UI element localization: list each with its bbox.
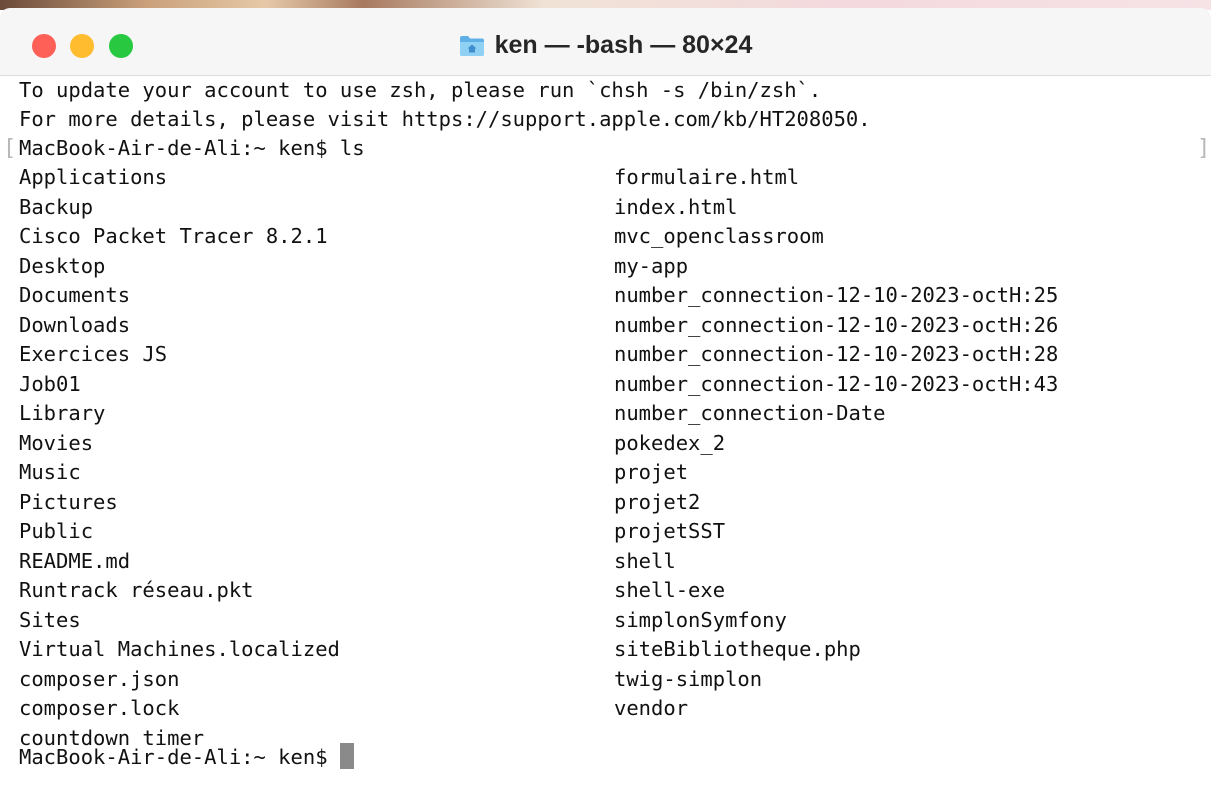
ls-entry: Exercices JS [19, 342, 168, 366]
ls-entry: number_connection-12-10-2023-octH:26 [614, 312, 1059, 337]
ls-entry: projetSST [614, 519, 726, 543]
ls-entry: README.md [19, 548, 131, 573]
ls-entry: siteBibliotheque.php [614, 637, 861, 661]
ls-entry: Applications [19, 165, 168, 189]
ls-entry: formulaire.html [614, 165, 800, 189]
ls-entry: index.html [614, 194, 738, 219]
ls-entry: composer.lock [19, 696, 180, 720]
ls-entry: projet2 [614, 489, 701, 514]
output-line: To update your account to use zsh, pleas… [19, 78, 822, 102]
ls-entry: vendor [614, 696, 689, 720]
ls-entry: number_connection-12-10-2023-octH:25 [614, 283, 1059, 307]
ls-entry: Virtual Machines.localized [19, 637, 340, 661]
ls-entry: Music [19, 460, 81, 484]
command: ls [339, 136, 365, 160]
folder-home-icon [459, 33, 485, 65]
terminal-window: ken — -bash — 80×24 To update your accou… [0, 0, 1211, 790]
terminal-content[interactable]: To update your account to use zsh, pleas… [0, 76, 1211, 790]
window-title: ken — -bash — 80×24 [0, 29, 1211, 65]
mark-bracket-left: [ [3, 136, 17, 161]
ls-entry: Public [19, 519, 94, 543]
ls-entry: Library [19, 401, 106, 425]
ls-entry: Movies [19, 430, 94, 455]
ls-entry: number_connection-12-10-2023-octH:28 [614, 342, 1059, 366]
ls-entry: number_connection-12-10-2023-octH:43 [614, 371, 1059, 396]
ls-entry: twig-simplon [614, 666, 763, 691]
ls-entry: simplonSymfony [614, 607, 787, 632]
ls-entry: composer.json [19, 666, 180, 691]
prompt: MacBook-Air-de-Ali:~ ken$ [19, 136, 328, 160]
ls-entry: shell [614, 548, 676, 573]
output-line: For more details, please visit https://s… [19, 107, 871, 131]
title-bar[interactable]: ken — -bash — 80×24 [0, 8, 1211, 76]
window-title-text: ken — -bash — 80×24 [494, 31, 753, 59]
ls-entry: Job01 [19, 371, 81, 396]
ls-entry: my-app [614, 253, 689, 278]
text-cursor [339, 743, 354, 769]
ls-entry: Pictures [19, 489, 118, 514]
ls-entry: shell-exe [614, 578, 726, 602]
mark-bracket-right: ] [1197, 136, 1211, 161]
ls-entry: number_connection-Date [614, 401, 886, 425]
ls-entry: Runtrack réseau.pkt [19, 578, 254, 602]
ls-entry: Cisco Packet Tracer 8.2.1 [19, 224, 328, 248]
prompt: MacBook-Air-de-Ali:~ ken$ [19, 745, 328, 769]
ls-entry: Sites [19, 607, 81, 632]
ls-entry: pokedex_2 [614, 430, 726, 455]
ls-entry: Backup [19, 194, 94, 219]
ls-entry: Downloads [19, 312, 131, 337]
current-prompt-line[interactable]: MacBook-Air-de-Ali:~ ken$ [19, 743, 354, 772]
ls-entry: mvc_openclassroom [614, 224, 824, 248]
ls-entry: projet [614, 460, 689, 484]
ls-entry: Documents [19, 283, 131, 307]
ls-entry: Desktop [19, 253, 106, 278]
command-line: MacBook-Air-de-Ali:~ ken$ ls [19, 134, 365, 163]
